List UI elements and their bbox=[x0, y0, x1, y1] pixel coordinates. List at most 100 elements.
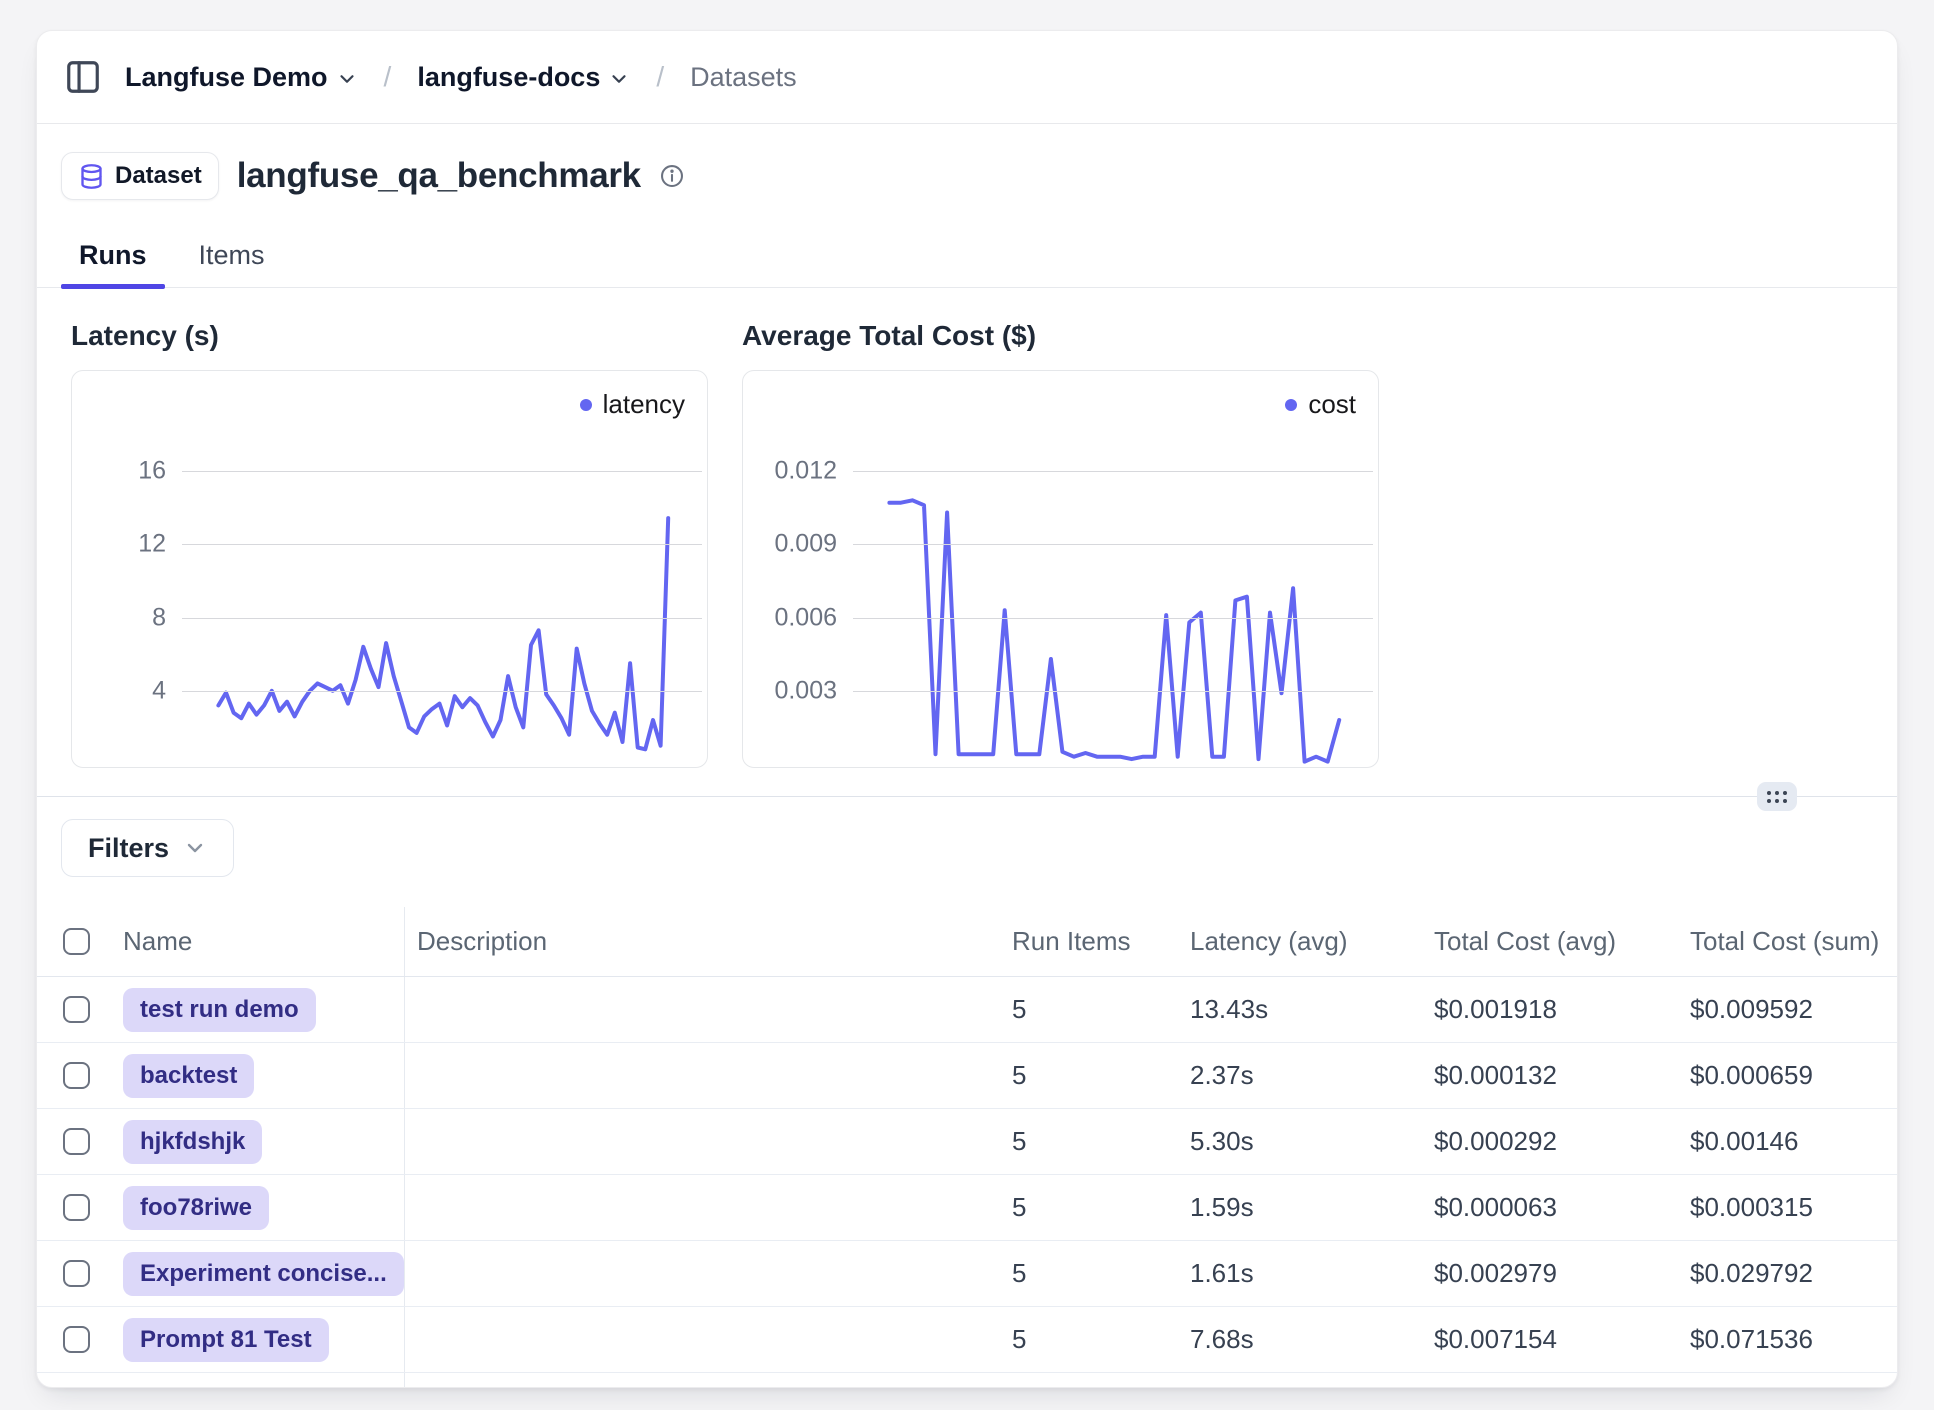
total-cost-avg-cell: $0.007154 bbox=[1422, 1324, 1678, 1355]
latency-chart-title: Latency (s) bbox=[71, 320, 708, 352]
y-axis-tick-label: 4 bbox=[152, 676, 166, 705]
breadcrumb-project-dropdown[interactable]: langfuse-docs bbox=[417, 62, 630, 93]
row-checkbox[interactable] bbox=[63, 1128, 90, 1155]
row-checkbox[interactable] bbox=[63, 1194, 90, 1221]
run-name-pill[interactable]: Experiment concise... bbox=[123, 1252, 404, 1296]
table-row-partial bbox=[37, 1373, 1897, 1388]
breadcrumb-project-label: langfuse-docs bbox=[417, 62, 600, 93]
run-name-pill[interactable]: backtest bbox=[123, 1054, 254, 1098]
table-row[interactable]: foo78riwe 5 1.59s $0.000063 $0.000315 bbox=[37, 1175, 1897, 1241]
chevron-down-icon bbox=[183, 836, 207, 860]
cost-line bbox=[889, 500, 1339, 761]
run-items-cell: 5 bbox=[1000, 1060, 1178, 1091]
latency-line bbox=[218, 518, 668, 749]
row-checkbox[interactable] bbox=[63, 1326, 90, 1353]
cost-plot-area bbox=[853, 471, 1373, 764]
dataset-title-row: Dataset langfuse_qa_benchmark bbox=[37, 124, 1897, 200]
select-all-checkbox[interactable] bbox=[63, 928, 90, 955]
select-all-cell bbox=[37, 928, 111, 955]
y-axis-tick-label: 0.003 bbox=[774, 676, 837, 705]
legend-label: latency bbox=[603, 389, 685, 420]
gridline bbox=[853, 471, 1373, 472]
row-checkbox-cell bbox=[37, 1194, 111, 1221]
dataset-type-badge: Dataset bbox=[61, 152, 219, 200]
table-row[interactable]: test run demo 5 13.43s $0.001918 $0.0095… bbox=[37, 977, 1897, 1043]
total-cost-avg-cell: $0.000292 bbox=[1422, 1126, 1678, 1157]
column-header-latency-avg: Latency (avg) bbox=[1178, 926, 1422, 957]
cost-chart-card: cost 0.003 0.006 0.009 0.012 bbox=[742, 370, 1379, 768]
cost-chart-title: Average Total Cost ($) bbox=[742, 320, 1379, 352]
latency-avg-cell: 2.37s bbox=[1178, 1060, 1422, 1091]
database-icon bbox=[78, 163, 105, 190]
gridline bbox=[182, 544, 702, 545]
run-name-pill[interactable]: test run demo bbox=[123, 988, 316, 1032]
column-header-name: Name bbox=[111, 907, 405, 976]
column-header-total-cost-sum: Total Cost (sum) bbox=[1678, 926, 1897, 957]
row-checkbox-cell bbox=[37, 1062, 111, 1089]
row-checkbox[interactable] bbox=[63, 1260, 90, 1287]
total-cost-sum-cell: $0.00146 bbox=[1678, 1126, 1897, 1157]
run-name-cell: backtest bbox=[111, 1043, 405, 1108]
row-checkbox-cell bbox=[37, 996, 111, 1023]
run-name-pill[interactable]: foo78riwe bbox=[123, 1186, 269, 1230]
table-row[interactable]: Experiment concise... 5 1.61s $0.002979 … bbox=[37, 1241, 1897, 1307]
top-bar: Langfuse Demo / langfuse-docs / Datasets bbox=[37, 31, 1897, 123]
cost-chart-block: Average Total Cost ($) cost 0.003 0.006 0.… bbox=[742, 320, 1379, 768]
table-header-row: Name Description Run Items Latency (avg)… bbox=[37, 907, 1897, 977]
grip-dots-icon bbox=[1765, 789, 1789, 805]
table-row[interactable]: Prompt 81 Test 5 7.68s $0.007154 $0.0715… bbox=[37, 1307, 1897, 1373]
run-name-cell: Experiment concise... bbox=[111, 1241, 405, 1306]
table-row[interactable]: hjkfdshjk 5 5.30s $0.000292 $0.00146 bbox=[37, 1109, 1897, 1175]
tab-bar: Runs Items bbox=[37, 234, 1897, 288]
run-name-pill[interactable]: hjkfdshjk bbox=[123, 1120, 262, 1164]
row-checkbox-cell bbox=[37, 1326, 111, 1353]
run-name-cell: test run demo bbox=[111, 977, 405, 1042]
total-cost-avg-cell: $0.002979 bbox=[1422, 1258, 1678, 1289]
sidebar-toggle-button[interactable] bbox=[61, 55, 105, 99]
latency-avg-cell: 7.68s bbox=[1178, 1324, 1422, 1355]
y-axis-tick-label: 12 bbox=[138, 530, 166, 559]
filters-row: Filters bbox=[37, 797, 1897, 877]
row-checkbox-cell bbox=[37, 1128, 111, 1155]
info-icon[interactable] bbox=[659, 163, 685, 189]
cost-legend: cost bbox=[1285, 389, 1356, 420]
total-cost-avg-cell: $0.000132 bbox=[1422, 1060, 1678, 1091]
breadcrumb-separator: / bbox=[650, 61, 670, 93]
y-axis-tick-label: 0.012 bbox=[774, 457, 837, 486]
page-title: langfuse_qa_benchmark bbox=[237, 156, 641, 196]
row-checkbox[interactable] bbox=[63, 996, 90, 1023]
tab-runs[interactable]: Runs bbox=[61, 234, 165, 287]
latency-avg-cell: 1.59s bbox=[1178, 1192, 1422, 1223]
chevron-down-icon bbox=[608, 68, 630, 90]
charts-section: Latency (s) latency 481216 Average Total bbox=[37, 288, 1897, 768]
total-cost-sum-cell: $0.009592 bbox=[1678, 994, 1897, 1025]
y-axis-tick-label: 0.006 bbox=[774, 603, 837, 632]
dataset-badge-label: Dataset bbox=[115, 162, 202, 190]
total-cost-sum-cell: $0.029792 bbox=[1678, 1258, 1897, 1289]
main-panel: Langfuse Demo / langfuse-docs / Datasets… bbox=[36, 30, 1898, 1388]
gridline bbox=[182, 471, 702, 472]
column-header-description: Description bbox=[405, 926, 1000, 957]
chevron-down-icon bbox=[336, 68, 358, 90]
panel-resize-handle[interactable] bbox=[1757, 782, 1797, 811]
filters-button[interactable]: Filters bbox=[61, 819, 234, 877]
run-name-cell: Prompt 81 Test bbox=[111, 1307, 405, 1372]
column-header-run-items: Run Items bbox=[1000, 926, 1178, 957]
latency-avg-cell: 13.43s bbox=[1178, 994, 1422, 1025]
tab-items[interactable]: Items bbox=[181, 234, 283, 287]
y-axis-tick-label: 0.009 bbox=[774, 530, 837, 559]
run-items-cell: 5 bbox=[1000, 1126, 1178, 1157]
latency-line-chart bbox=[182, 471, 482, 621]
row-checkbox[interactable] bbox=[63, 1062, 90, 1089]
breadcrumb-org-dropdown[interactable]: Langfuse Demo bbox=[125, 62, 358, 93]
gridline bbox=[853, 691, 1373, 692]
column-header-total-cost-avg: Total Cost (avg) bbox=[1422, 926, 1678, 957]
total-cost-avg-cell: $0.000063 bbox=[1422, 1192, 1678, 1223]
row-checkbox-cell bbox=[37, 1260, 111, 1287]
table-row[interactable]: backtest 5 2.37s $0.000132 $0.000659 bbox=[37, 1043, 1897, 1109]
run-name-pill[interactable]: Prompt 81 Test bbox=[123, 1318, 329, 1362]
y-axis-tick-label: 8 bbox=[152, 603, 166, 632]
breadcrumb-section-label[interactable]: Datasets bbox=[690, 62, 797, 93]
run-name-cell: hjkfdshjk bbox=[111, 1109, 405, 1174]
run-name-cell: foo78riwe bbox=[111, 1175, 405, 1240]
